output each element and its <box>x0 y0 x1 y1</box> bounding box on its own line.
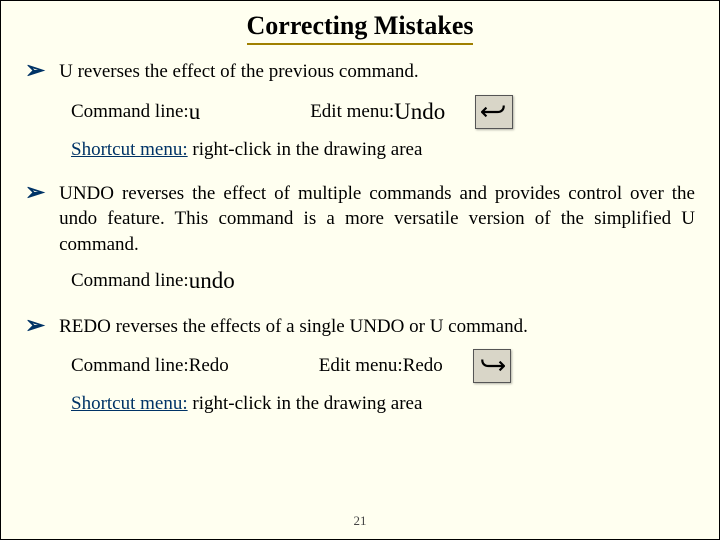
page-number: 21 <box>1 513 719 529</box>
cmdline-label: Command line: <box>71 355 189 377</box>
cmdline-label: Command line: <box>71 270 189 292</box>
redo-row-shortcut: Shortcut menu: right-click in the drawin… <box>71 393 695 415</box>
shortcut-body: right-click in the drawing area <box>188 139 423 160</box>
bullet-undo-text: UNDO reverses the effect of multiple com… <box>59 181 695 258</box>
cmdline-value: Redo <box>189 355 229 377</box>
u-row-cmd: Command line: u Edit menu: Undo <box>71 95 695 129</box>
shortcut-body: right-click in the drawing area <box>188 393 423 414</box>
undo-lead: UNDO <box>59 183 114 204</box>
bullet-u: ➢ U reverses the effect of the previous … <box>25 59 695 85</box>
bullet-redo-text: REDO reverses the effects of a single UN… <box>59 314 695 340</box>
undo-row-cmd: Command line: undo <box>71 268 695 294</box>
undo-body: reverses the effect of multiple commands… <box>59 183 695 255</box>
section-redo: ➢ REDO reverses the effects of a single … <box>25 314 695 416</box>
cmdline-label: Command line: <box>71 101 189 123</box>
redo-lead: REDO <box>59 316 111 337</box>
cmdline-value: u <box>189 99 201 125</box>
u-lead: U <box>59 61 73 82</box>
page-title: Correcting Mistakes <box>247 9 474 45</box>
redo-icon <box>473 349 511 383</box>
u-row-shortcut: Shortcut menu: right-click in the drawin… <box>71 139 695 161</box>
editmenu-value: Undo <box>394 99 445 125</box>
undo-icon <box>475 95 513 129</box>
shortcut-label: Shortcut menu: <box>71 139 188 160</box>
redo-body: reverses the effects of a single UNDO or… <box>111 316 528 337</box>
bullet-undo: ➢ UNDO reverses the effect of multiple c… <box>25 181 695 258</box>
slide: Correcting Mistakes ➢ U reverses the eff… <box>0 0 720 540</box>
arrow-icon: ➢ <box>25 314 45 338</box>
section-u: ➢ U reverses the effect of the previous … <box>25 59 695 161</box>
editmenu-value: Redo <box>403 355 443 377</box>
u-body: reverses the effect of the previous comm… <box>73 61 419 82</box>
bullet-u-text: U reverses the effect of the previous co… <box>59 59 695 85</box>
bullet-redo: ➢ REDO reverses the effects of a single … <box>25 314 695 340</box>
cmdline-value: undo <box>189 268 235 294</box>
arrow-icon: ➢ <box>25 181 45 205</box>
shortcut-label: Shortcut menu: <box>71 393 188 414</box>
editmenu-label: Edit menu: <box>319 355 403 377</box>
editmenu-label: Edit menu: <box>310 101 394 123</box>
title-wrap: Correcting Mistakes <box>25 9 695 45</box>
arrow-icon: ➢ <box>25 59 45 83</box>
section-undo: ➢ UNDO reverses the effect of multiple c… <box>25 181 695 294</box>
redo-row-cmd: Command line: Redo Edit menu: Redo <box>71 349 695 383</box>
